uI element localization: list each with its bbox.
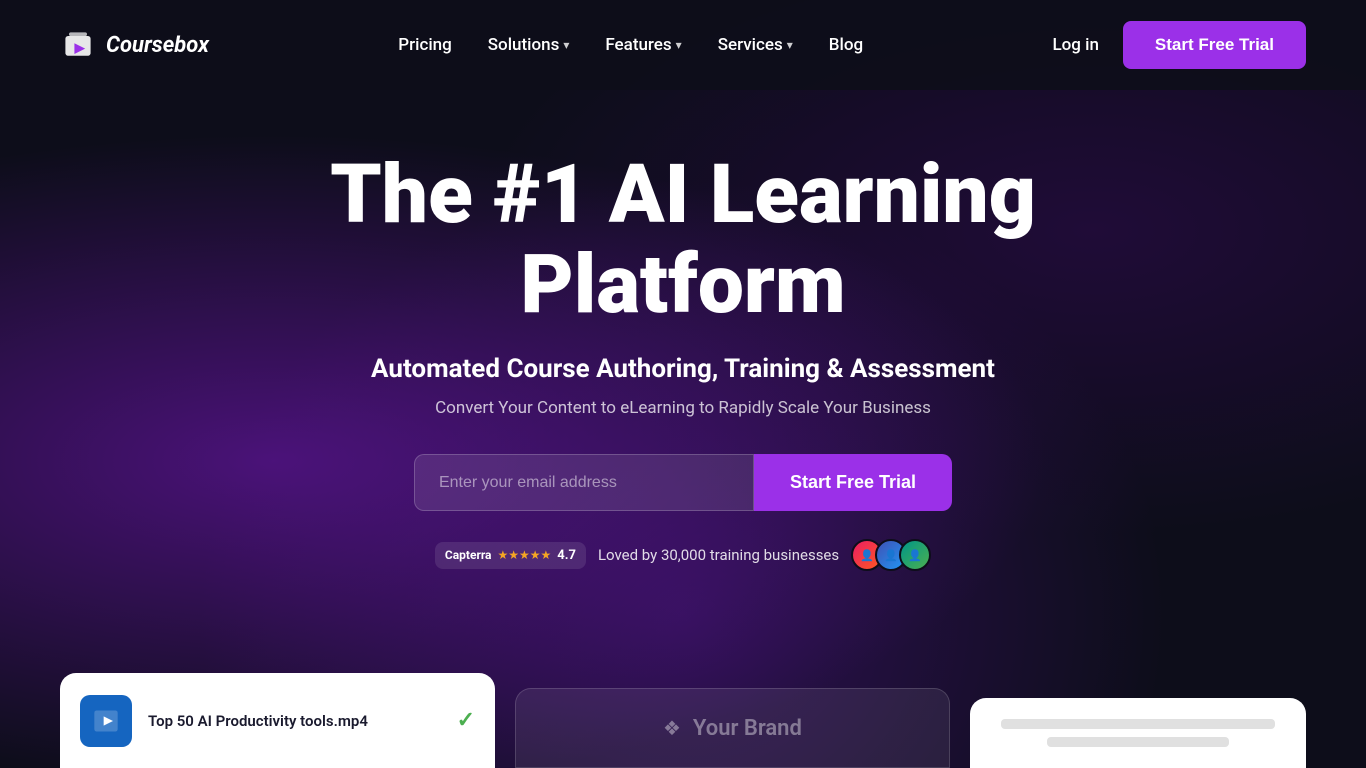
features-chevron: ▾ xyxy=(676,38,682,52)
capterra-stars: ★★★★★ xyxy=(497,548,551,562)
brand-grid-icon: ❖ xyxy=(663,716,681,740)
capterra-logo-text: Capterra xyxy=(445,548,492,562)
nav-item-features[interactable]: Features ▾ xyxy=(605,35,681,55)
hero-heading: The #1 AI Learning Platform xyxy=(330,150,1036,330)
social-proof-text: Loved by 30,000 training businesses xyxy=(598,546,839,564)
avatar-3: 👤 xyxy=(899,539,931,571)
file-info: Top 50 AI Productivity tools.mp4 xyxy=(148,711,441,730)
hero-trial-button[interactable]: Start Free Trial xyxy=(754,454,952,511)
video-file-icon xyxy=(80,695,132,747)
brand-label: Your Brand xyxy=(693,716,802,741)
avatar-group: 👤 👤 👤 xyxy=(851,539,931,571)
navbar: Coursebox Pricing Solutions ▾ Features ▾… xyxy=(0,0,1366,90)
cards-preview: Top 50 AI Productivity tools.mp4 ✓ ❖ You… xyxy=(0,673,1366,768)
services-chevron: ▾ xyxy=(787,38,793,52)
hero-subtitle: Automated Course Authoring, Training & A… xyxy=(371,354,995,384)
content-line-2 xyxy=(1047,737,1230,747)
nav-trial-button[interactable]: Start Free Trial xyxy=(1123,21,1306,69)
nav-item-solutions[interactable]: Solutions ▾ xyxy=(488,35,570,55)
upload-checkmark: ✓ xyxy=(457,708,475,733)
hero-section: The #1 AI Learning Platform Automated Co… xyxy=(0,90,1366,571)
logo-text: Coursebox xyxy=(106,33,209,58)
content-line-1 xyxy=(1001,719,1275,729)
nav-actions: Log in Start Free Trial xyxy=(1052,21,1306,69)
logo-icon xyxy=(60,27,96,63)
content-card xyxy=(970,698,1306,768)
file-name: Top 50 AI Productivity tools.mp4 xyxy=(148,712,368,730)
nav-item-services[interactable]: Services ▾ xyxy=(718,35,793,55)
file-upload-card: Top 50 AI Productivity tools.mp4 ✓ xyxy=(60,673,495,768)
hero-description: Convert Your Content to eLearning to Rap… xyxy=(435,398,931,418)
solutions-chevron: ▾ xyxy=(563,38,569,52)
hero-cta: Start Free Trial xyxy=(414,454,952,511)
nav-item-pricing[interactable]: Pricing xyxy=(398,35,452,55)
logo-link[interactable]: Coursebox xyxy=(60,27,209,63)
social-proof: Capterra ★★★★★ 4.7 Loved by 30,000 train… xyxy=(435,539,931,571)
email-input[interactable] xyxy=(414,454,754,511)
capterra-badge: Capterra ★★★★★ 4.7 xyxy=(435,542,586,569)
brand-card: ❖ Your Brand xyxy=(515,688,950,768)
login-button[interactable]: Log in xyxy=(1052,35,1098,55)
capterra-rating: 4.7 xyxy=(557,548,576,563)
nav-item-blog[interactable]: Blog xyxy=(829,35,863,55)
nav-links: Pricing Solutions ▾ Features ▾ Services … xyxy=(398,35,863,55)
